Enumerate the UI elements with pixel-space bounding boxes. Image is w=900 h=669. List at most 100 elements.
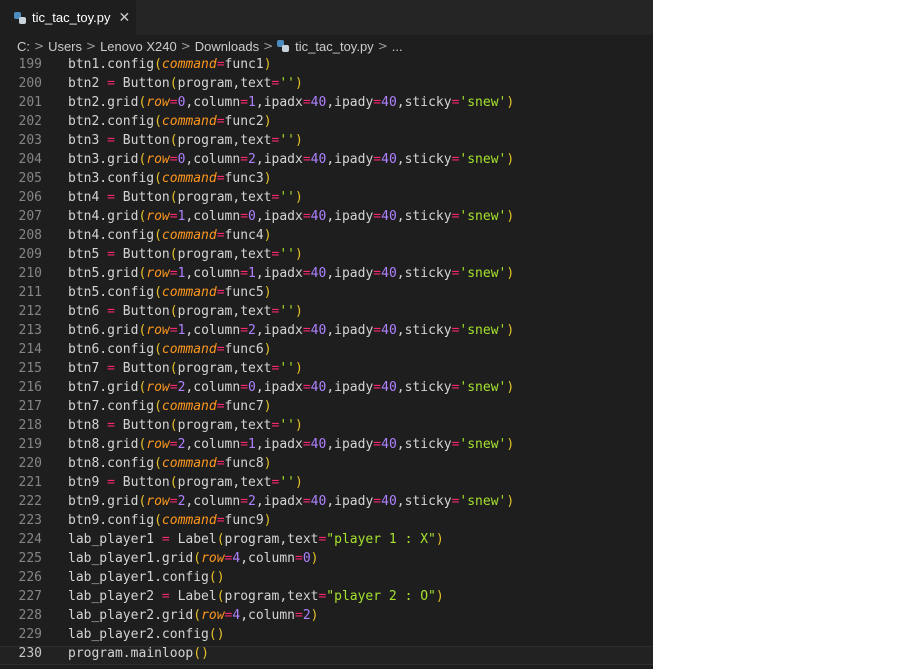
code-line[interactable]: 213 btn6.grid(row=1,column=2,ipadx=40,ipa… [0, 323, 653, 342]
code-text[interactable]: btn6.grid(row=1,column=2,ipadx=40,ipady=… [68, 323, 514, 338]
line-number: 225 [18, 551, 42, 566]
line-number: 216 [18, 380, 42, 395]
chevron-right-icon: > [86, 39, 97, 53]
code-line[interactable]: 215 btn7 = Button(program,text='') [0, 361, 653, 380]
line-number: 221 [18, 475, 42, 490]
line-number: 218 [18, 418, 42, 433]
breadcrumb: C: > Users > Lenovo X240 > Downloads > t… [0, 35, 653, 57]
code-line[interactable]: 230 program.mainloop() [0, 646, 653, 665]
code-line[interactable]: 229 lab_player2.config() [0, 627, 653, 646]
line-number: 227 [18, 589, 42, 604]
code-line[interactable]: 209 btn5 = Button(program,text='') [0, 247, 653, 266]
code-text[interactable]: btn7.config(command=func7) [68, 399, 272, 414]
code-line[interactable]: 204 btn3.grid(row=0,column=2,ipadx=40,ipa… [0, 152, 653, 171]
tab-label: tic_tac_toy.py [32, 10, 111, 25]
line-number: 223 [18, 513, 42, 528]
code-text[interactable]: btn4.grid(row=1,column=0,ipadx=40,ipady=… [68, 209, 514, 224]
code-line[interactable]: 211 btn5.config(command=func5) [0, 285, 653, 304]
code-text[interactable]: btn8 = Button(program,text='') [68, 418, 303, 433]
code-line[interactable]: 208 btn4.config(command=func4) [0, 228, 653, 247]
code-text[interactable]: btn9 = Button(program,text='') [68, 475, 303, 490]
code-line[interactable]: 227 lab_player2 = Label(program,text="pla… [0, 589, 653, 608]
code-line[interactable]: 200 btn2 = Button(program,text='') [0, 76, 653, 95]
line-number: 228 [18, 608, 42, 623]
code-text[interactable]: lab_player1.config() [68, 570, 225, 585]
code-text[interactable]: btn2.config(command=func2) [68, 114, 272, 129]
line-number: 220 [18, 456, 42, 471]
code-text[interactable]: btn1.config(command=func1) [68, 57, 272, 72]
code-line[interactable]: 226 lab_player1.config() [0, 570, 653, 589]
line-number: 209 [18, 247, 42, 262]
python-file-icon [277, 40, 290, 52]
line-number: 203 [18, 133, 42, 148]
tab-bar: tic_tac_toy.py ✕ [0, 0, 653, 35]
code-line[interactable]: 203 btn3 = Button(program,text='') [0, 133, 653, 152]
breadcrumb-item-downloads[interactable]: Downloads [195, 39, 259, 54]
code-line[interactable]: 228 lab_player2.grid(row=4,column=2) [0, 608, 653, 627]
line-number: 222 [18, 494, 42, 509]
code-text[interactable]: btn5 = Button(program,text='') [68, 247, 303, 262]
code-text[interactable]: btn7 = Button(program,text='') [68, 361, 303, 376]
code-line[interactable]: 219 btn8.grid(row=2,column=1,ipadx=40,ipa… [0, 437, 653, 456]
code-text[interactable]: btn9.grid(row=2,column=2,ipadx=40,ipady=… [68, 494, 514, 509]
line-number: 217 [18, 399, 42, 414]
code-line[interactable]: 212 btn6 = Button(program,text='') [0, 304, 653, 323]
python-file-icon [14, 11, 26, 24]
line-number: 212 [18, 304, 42, 319]
code-text[interactable]: btn6 = Button(program,text='') [68, 304, 303, 319]
code-line[interactable]: 214 btn6.config(command=func6) [0, 342, 653, 361]
code-text[interactable]: btn7.grid(row=2,column=0,ipadx=40,ipady=… [68, 380, 514, 395]
code-text[interactable]: lab_player2 = Label(program,text="player… [68, 589, 444, 604]
code-line[interactable]: 206 btn4 = Button(program,text='') [0, 190, 653, 209]
breadcrumb-item-symbols[interactable]: ... [392, 39, 403, 54]
line-number: 210 [18, 266, 42, 281]
code-text[interactable]: lab_player2.grid(row=4,column=2) [68, 608, 318, 623]
code-line[interactable]: 207 btn4.grid(row=1,column=0,ipadx=40,ipa… [0, 209, 653, 228]
line-number: 204 [18, 152, 42, 167]
code-line[interactable]: 225 lab_player1.grid(row=4,column=0) [0, 551, 653, 570]
line-number: 208 [18, 228, 42, 243]
breadcrumb-item-drive[interactable]: C: [17, 39, 30, 54]
code-text[interactable]: btn8.config(command=func8) [68, 456, 272, 471]
line-number: 207 [18, 209, 42, 224]
code-line[interactable]: 218 btn8 = Button(program,text='') [0, 418, 653, 437]
line-number: 226 [18, 570, 42, 585]
code-text[interactable]: btn3.config(command=func3) [68, 171, 272, 186]
breadcrumb-item-user[interactable]: Lenovo X240 [100, 39, 177, 54]
code-text[interactable]: btn4 = Button(program,text='') [68, 190, 303, 205]
code-line[interactable]: 220 btn8.config(command=func8) [0, 456, 653, 475]
code-line[interactable]: 224 lab_player1 = Label(program,text="pla… [0, 532, 653, 551]
code-text[interactable]: btn5.config(command=func5) [68, 285, 272, 300]
code-line[interactable]: 202 btn2.config(command=func2) [0, 114, 653, 133]
code-editor[interactable]: tic_tac_toy.py ✕ C: > Users > Lenovo X24… [0, 0, 653, 669]
code-text[interactable]: lab_player1.grid(row=4,column=0) [68, 551, 318, 566]
code-text[interactable]: btn2.grid(row=0,column=1,ipadx=40,ipady=… [68, 95, 514, 110]
code-text[interactable]: program.mainloop() [68, 646, 209, 661]
breadcrumb-item-file[interactable]: tic_tac_toy.py [295, 39, 374, 54]
code-text[interactable]: btn5.grid(row=1,column=1,ipadx=40,ipady=… [68, 266, 514, 281]
code-text[interactable]: lab_player2.config() [68, 627, 225, 642]
code-text[interactable]: btn6.config(command=func6) [68, 342, 272, 357]
line-number: 215 [18, 361, 42, 376]
close-icon[interactable]: ✕ [119, 11, 131, 25]
editor-tab[interactable]: tic_tac_toy.py ✕ [0, 0, 136, 35]
code-text[interactable]: btn2 = Button(program,text='') [68, 76, 303, 91]
code-line[interactable]: 216 btn7.grid(row=2,column=0,ipadx=40,ipa… [0, 380, 653, 399]
code-text[interactable]: btn9.config(command=func9) [68, 513, 272, 528]
code-text[interactable]: btn8.grid(row=2,column=1,ipadx=40,ipady=… [68, 437, 514, 452]
code-line[interactable]: 210 btn5.grid(row=1,column=1,ipadx=40,ipa… [0, 266, 653, 285]
code-text[interactable]: lab_player1 = Label(program,text="player… [68, 532, 444, 547]
code-line[interactable]: 217 btn7.config(command=func7) [0, 399, 653, 418]
breadcrumb-item-users[interactable]: Users [48, 39, 82, 54]
code-text[interactable]: btn3.grid(row=0,column=2,ipadx=40,ipady=… [68, 152, 514, 167]
code-line[interactable]: 223 btn9.config(command=func9) [0, 513, 653, 532]
code-text[interactable]: btn4.config(command=func4) [68, 228, 272, 243]
code-line[interactable]: 205 btn3.config(command=func3) [0, 171, 653, 190]
code-line[interactable]: 199 btn1.config(command=func1) [0, 57, 653, 76]
code-line[interactable]: 201 btn2.grid(row=0,column=1,ipadx=40,ipa… [0, 95, 653, 114]
chevron-right-icon: > [263, 39, 274, 53]
code-area[interactable]: 199 btn1.config(command=func1) 200 btn2 = B… [0, 57, 653, 665]
code-text[interactable]: btn3 = Button(program,text='') [68, 133, 303, 148]
code-line[interactable]: 221 btn9 = Button(program,text='') [0, 475, 653, 494]
code-line[interactable]: 222 btn9.grid(row=2,column=2,ipadx=40,ipa… [0, 494, 653, 513]
